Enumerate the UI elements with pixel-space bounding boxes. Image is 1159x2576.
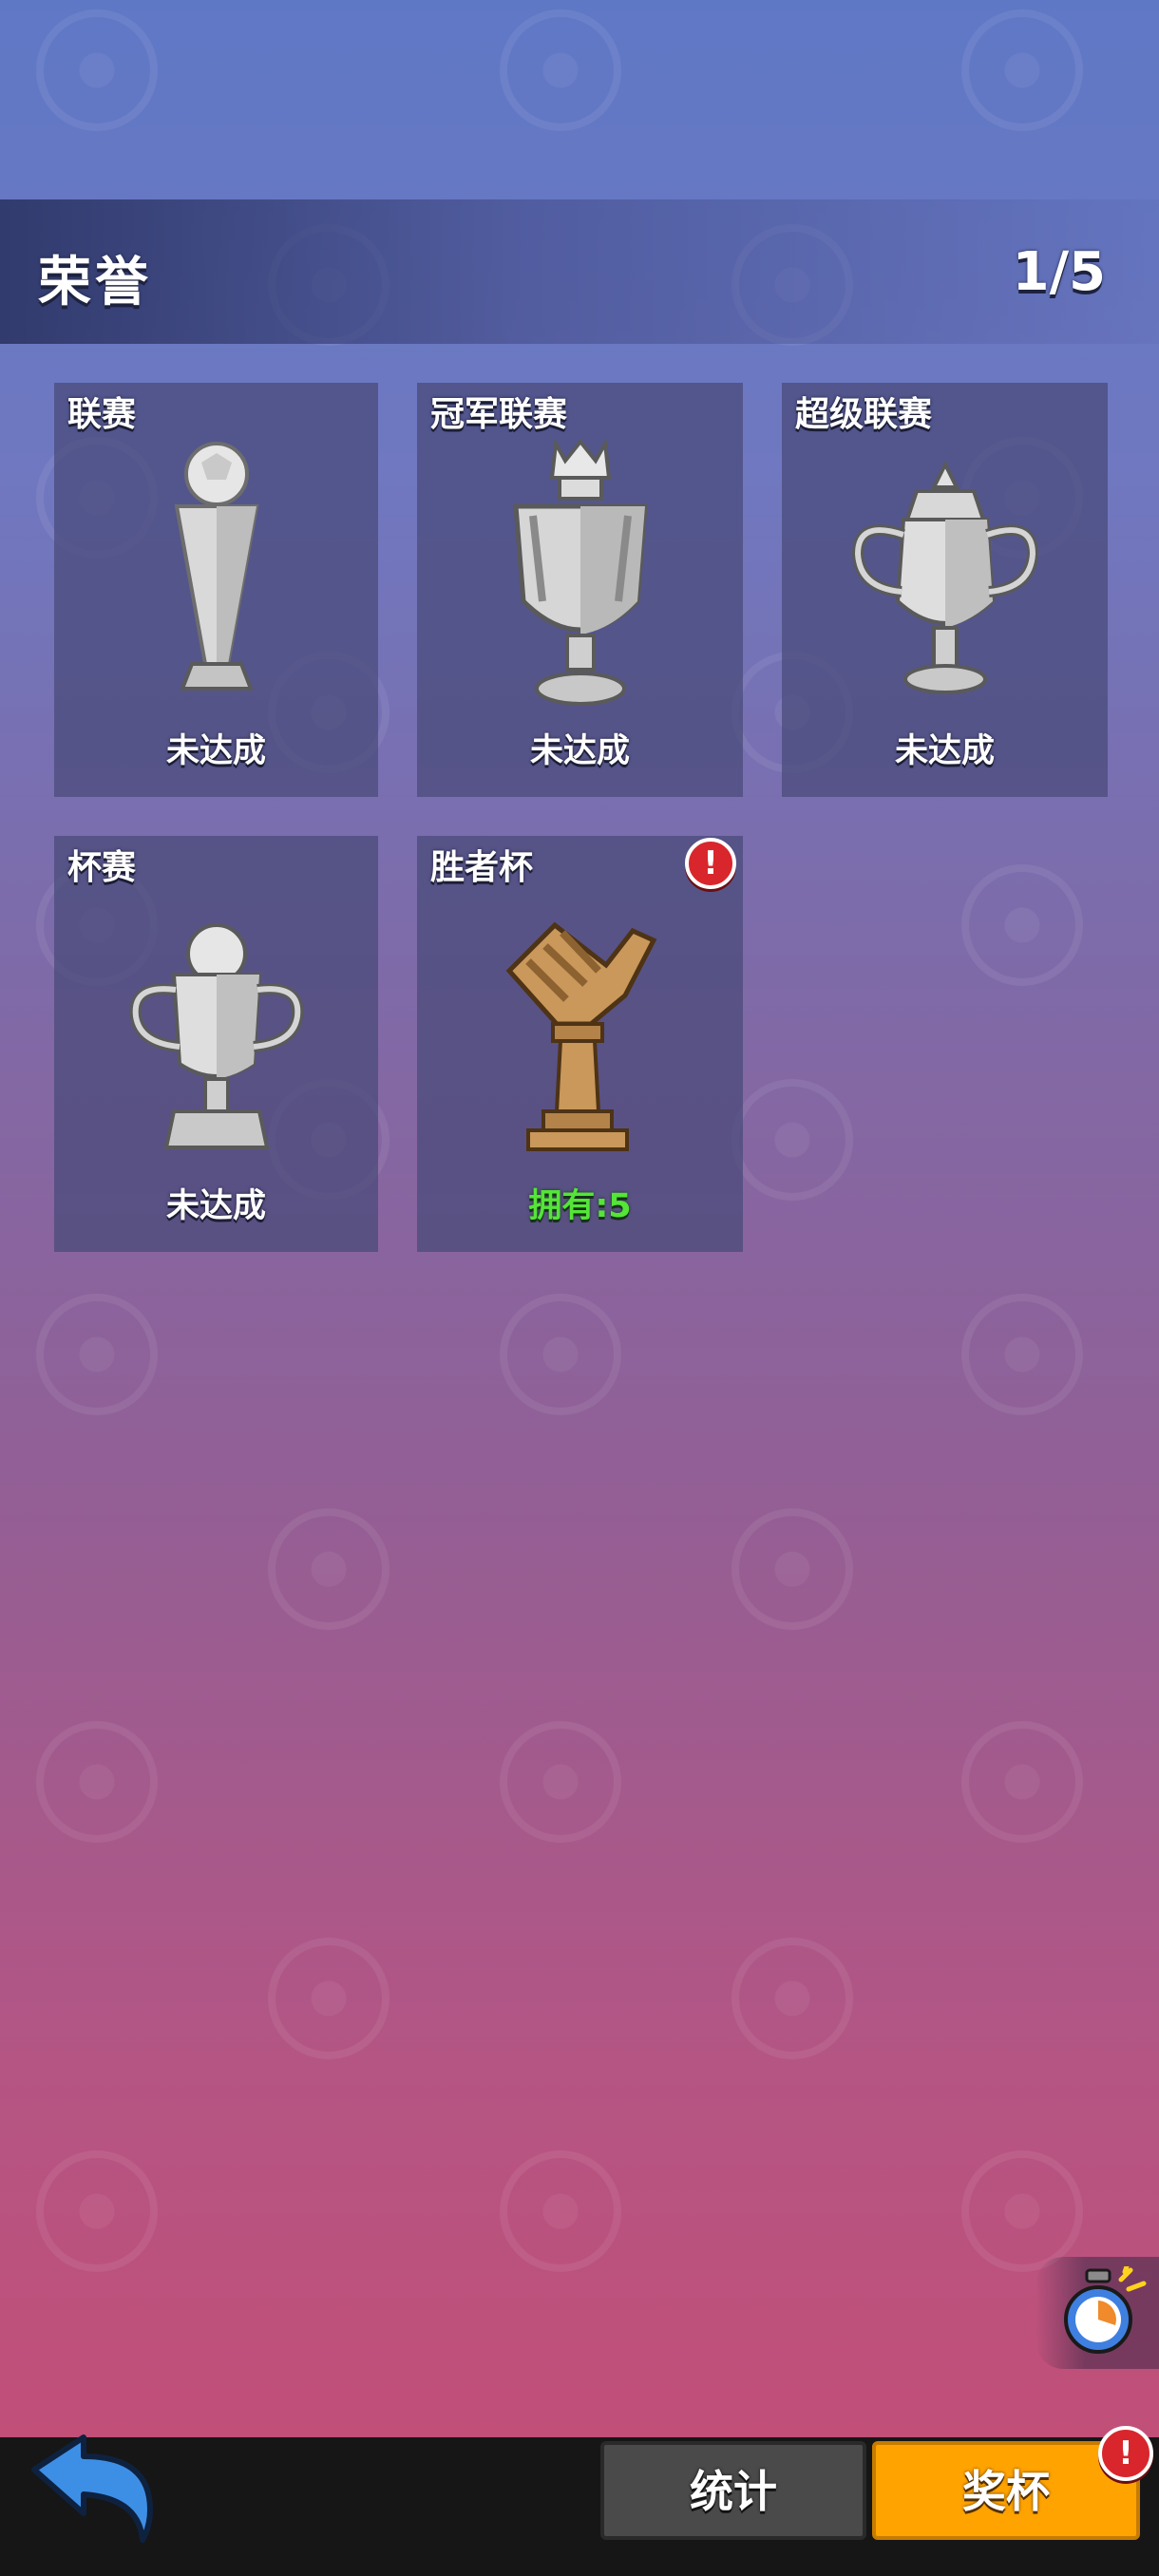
back-button[interactable] xyxy=(28,2432,162,2546)
trophies-notification-badge: ! xyxy=(1098,2426,1153,2481)
league-trophy-icon xyxy=(174,442,258,691)
notification-badge: ! xyxy=(685,838,736,889)
trophy-status: 未达成 xyxy=(529,732,630,770)
trophy-card-cup[interactable]: 杯赛 未达成 xyxy=(54,836,378,1252)
back-arrow-icon xyxy=(31,2434,153,2543)
trophy-status: 未达成 xyxy=(165,1187,266,1225)
winner-cup-trophy-icon xyxy=(505,921,656,1151)
trophy-card-super-league[interactable]: 超级联赛 未达成 xyxy=(782,383,1108,797)
trophy-status: 未达成 xyxy=(165,732,266,770)
super-league-trophy-icon xyxy=(851,460,1038,694)
trophy-card-label: 联赛 xyxy=(67,395,137,434)
trophy-card-label: 超级联赛 xyxy=(795,395,933,434)
trophy-card-label: 胜者杯 xyxy=(430,848,534,887)
trophy-card-winner-cup[interactable]: 胜者杯 拥有:5 ! xyxy=(417,836,743,1252)
trophy-card-label: 冠军联赛 xyxy=(430,395,568,434)
trophy-card-league[interactable]: 联赛 未达成 xyxy=(54,383,378,797)
page-title: 荣誉 xyxy=(38,252,152,313)
stopwatch-icon xyxy=(1064,2266,1147,2354)
trophy-owned-count: 拥有:5 xyxy=(528,1187,632,1225)
timer-shortcut-button[interactable] xyxy=(1036,2257,1159,2369)
trophy-status: 未达成 xyxy=(894,732,995,770)
honors-progress-counter: 1/5 xyxy=(1012,241,1106,303)
trophy-card-champions-league[interactable]: 冠军联赛 未达成 xyxy=(417,383,743,797)
honors-header: 荣誉 1/5 xyxy=(0,199,1159,344)
cup-trophy-icon xyxy=(129,923,303,1149)
trophy-card-label: 杯赛 xyxy=(67,848,137,887)
tab-stats[interactable]: 统计 xyxy=(600,2441,866,2540)
champions-league-trophy-icon xyxy=(512,440,648,706)
